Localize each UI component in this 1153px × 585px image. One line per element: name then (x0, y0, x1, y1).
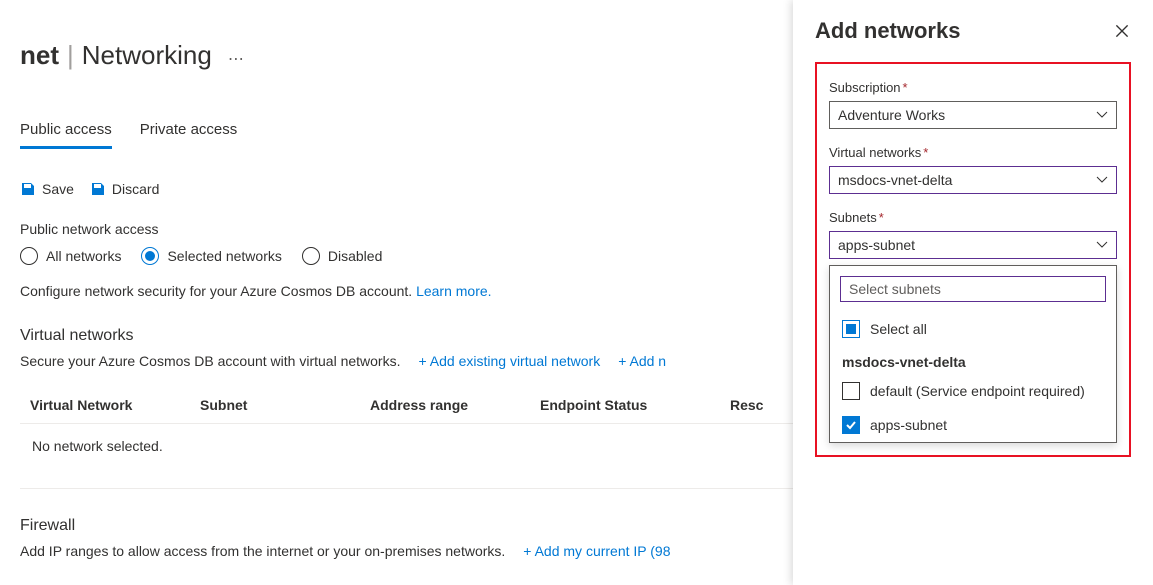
flyout-title: Add networks (815, 18, 960, 44)
option-label: default (Service endpoint required) (870, 383, 1085, 399)
save-label: Save (42, 181, 74, 197)
tab-public-access[interactable]: Public access (20, 113, 112, 149)
save-button[interactable]: Save (20, 181, 74, 197)
add-existing-vnet-link[interactable]: + Add existing virtual network (419, 353, 601, 369)
radio-disabled[interactable]: Disabled (302, 247, 382, 265)
radio-selected-networks[interactable]: Selected networks (141, 247, 281, 265)
vnets-description: Secure your Azure Cosmos DB account with… (20, 353, 401, 369)
radio-label: Selected networks (167, 248, 281, 264)
checkbox-indeterminate-icon (842, 320, 860, 338)
add-networks-flyout: Add networks Subscription* Adventure Wor… (793, 0, 1153, 585)
subnets-select[interactable]: apps-subnet (829, 231, 1117, 259)
option-label: apps-subnet (870, 417, 947, 433)
subscription-select[interactable]: Adventure Works (829, 101, 1117, 129)
select-all-label: Select all (870, 321, 927, 337)
discard-button[interactable]: Discard (90, 181, 159, 197)
save-icon (20, 181, 36, 197)
blade-name: Networking (82, 40, 212, 71)
col-vnet: Virtual Network (30, 397, 200, 413)
vnet-value: msdocs-vnet-delta (838, 172, 952, 188)
radio-label: All networks (46, 248, 121, 264)
chevron-down-icon (1096, 109, 1108, 121)
checkbox-unchecked-icon (842, 382, 860, 400)
radio-icon (302, 247, 320, 265)
subnets-search-input[interactable]: Select subnets (840, 276, 1106, 302)
col-subnet: Subnet (200, 397, 370, 413)
resource-name-truncated: net (20, 40, 59, 71)
close-icon[interactable] (1113, 22, 1131, 40)
checkbox-checked-icon (842, 416, 860, 434)
add-new-vnet-link[interactable]: + Add n (618, 353, 666, 369)
radio-label: Disabled (328, 248, 382, 264)
radio-all-networks[interactable]: All networks (20, 247, 121, 265)
select-all-checkbox[interactable]: Select all (830, 312, 1116, 346)
subnets-label: Subnets* (829, 210, 1117, 225)
subscription-value: Adventure Works (838, 107, 945, 123)
tab-private-access[interactable]: Private access (140, 113, 238, 149)
col-endpoint: Endpoint Status (540, 397, 730, 413)
subscription-label: Subscription* (829, 80, 1117, 95)
chevron-down-icon (1096, 239, 1108, 251)
vnet-select[interactable]: msdocs-vnet-delta (829, 166, 1117, 194)
discard-icon (90, 181, 106, 197)
highlighted-region: Subscription* Adventure Works Virtual ne… (815, 62, 1131, 457)
title-separator: | (67, 40, 74, 71)
vnet-label: Virtual networks* (829, 145, 1117, 160)
subnets-dropdown: Select subnets Select all msdocs-vnet-de… (829, 265, 1117, 443)
chevron-down-icon (1096, 174, 1108, 186)
dropdown-group-label: msdocs-vnet-delta (830, 346, 1116, 374)
firewall-description: Add IP ranges to allow access from the i… (20, 543, 505, 559)
more-actions-button[interactable]: ⋯ (220, 45, 252, 73)
radio-icon (20, 247, 38, 265)
subnet-option-apps[interactable]: apps-subnet (830, 408, 1116, 442)
col-range: Address range (370, 397, 540, 413)
subnets-value: apps-subnet (838, 237, 915, 253)
radio-icon (141, 247, 159, 265)
discard-label: Discard (112, 181, 159, 197)
add-my-ip-link[interactable]: + Add my current IP (98 (523, 543, 670, 559)
learn-more-link[interactable]: Learn more. (416, 283, 491, 299)
subnet-option-default[interactable]: default (Service endpoint required) (830, 374, 1116, 408)
